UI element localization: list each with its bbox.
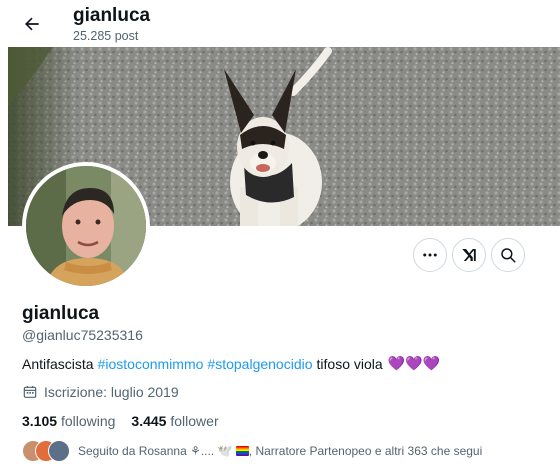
avatar bbox=[48, 440, 70, 462]
followers-count: 3.445 bbox=[131, 413, 167, 429]
followers-label: follower bbox=[170, 413, 219, 429]
calendar-icon bbox=[23, 386, 37, 398]
profile-actions bbox=[0, 238, 560, 272]
search-icon bbox=[501, 248, 516, 263]
display-name: gianluca bbox=[22, 303, 100, 324]
more-icon bbox=[423, 253, 437, 257]
follow-stats: 3.105 following 3.445 follower bbox=[22, 413, 235, 429]
following-label: following bbox=[60, 413, 116, 429]
arrow-left-icon bbox=[25, 17, 39, 31]
bio-suffix: tifoso viola bbox=[316, 355, 383, 372]
post-count: 25.285 post bbox=[73, 29, 139, 43]
join-date-text: Iscrizione: luglio 2019 bbox=[44, 384, 179, 400]
grok-icon bbox=[462, 249, 476, 261]
following-count: 3.105 bbox=[22, 413, 58, 429]
hashtag-stopalgenocidio[interactable]: #stopalgenocidio bbox=[207, 356, 312, 372]
followed-by-row[interactable]: Seguito da Rosanna ⚘.... 🕊️ , Narratore … bbox=[22, 438, 552, 464]
more-button[interactable] bbox=[413, 238, 447, 272]
back-button[interactable] bbox=[16, 8, 48, 40]
followers-link[interactable]: 3.445 follower bbox=[131, 413, 218, 429]
rainbow-flag-icon bbox=[235, 446, 249, 456]
header-title: gianluca bbox=[73, 5, 151, 26]
hashtag-iostoconmimmo[interactable]: #iostoconmimmo bbox=[98, 356, 204, 372]
following-link[interactable]: 3.105 following bbox=[22, 413, 115, 429]
top-bar: gianluca 25.285 post bbox=[0, 0, 560, 48]
bio-prefix: Antifascista bbox=[22, 355, 94, 372]
search-button[interactable] bbox=[491, 238, 525, 272]
followed-by-text: Seguito da Rosanna ⚘.... 🕊️ , Narratore … bbox=[78, 444, 483, 458]
user-handle: @gianluc75235316 bbox=[22, 327, 143, 343]
purple-heart-icons: 💜💜💜 bbox=[387, 355, 440, 371]
followers-you-know-avatars bbox=[22, 440, 72, 462]
join-date: Iscrizione: luglio 2019 bbox=[22, 384, 179, 400]
grok-button[interactable] bbox=[452, 238, 486, 272]
profile-bio: Antifascista #iostoconmimmo #stopalgenoc… bbox=[22, 355, 440, 372]
